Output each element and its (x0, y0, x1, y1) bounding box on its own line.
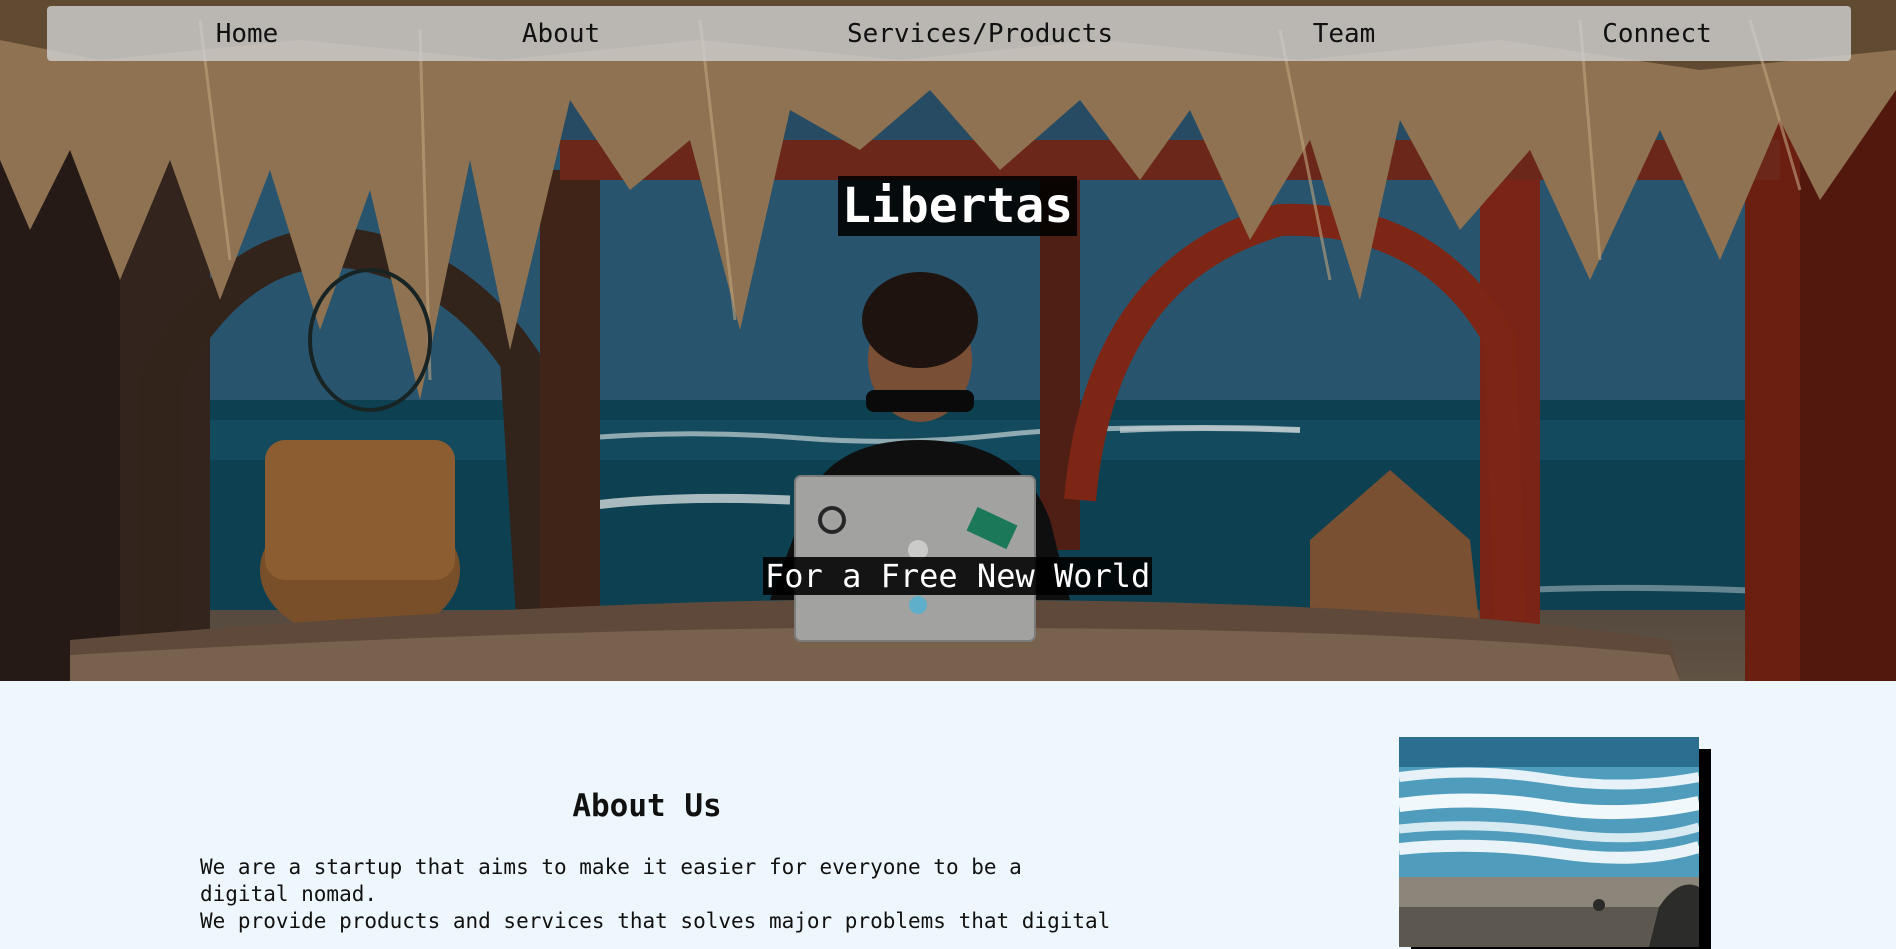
top-navigation-bar: Home About Services/Products Team Connec… (47, 6, 1851, 61)
about-text-line: We are a startup that aims to make it ea… (200, 855, 1022, 879)
hero-title: Libertas (838, 176, 1078, 236)
nav-connect-link[interactable]: Connect (1557, 6, 1757, 61)
nav-team-link[interactable]: Team (1244, 6, 1444, 61)
about-description: We are a startup that aims to make it ea… (200, 854, 1120, 935)
nav-about-link[interactable]: About (461, 6, 661, 61)
about-heading: About Us (572, 787, 722, 824)
about-photo (1399, 737, 1699, 947)
about-text-line: We provide products and services that so… (200, 909, 1111, 933)
hero-subtitle: For a Free New World (763, 557, 1153, 595)
about-text-line: digital nomad. (200, 882, 378, 906)
hero-banner: Libertas For a Free New World (0, 0, 1896, 681)
nav-home-link[interactable]: Home (147, 6, 347, 61)
nav-services-products-link[interactable]: Services/Products (777, 6, 1183, 61)
